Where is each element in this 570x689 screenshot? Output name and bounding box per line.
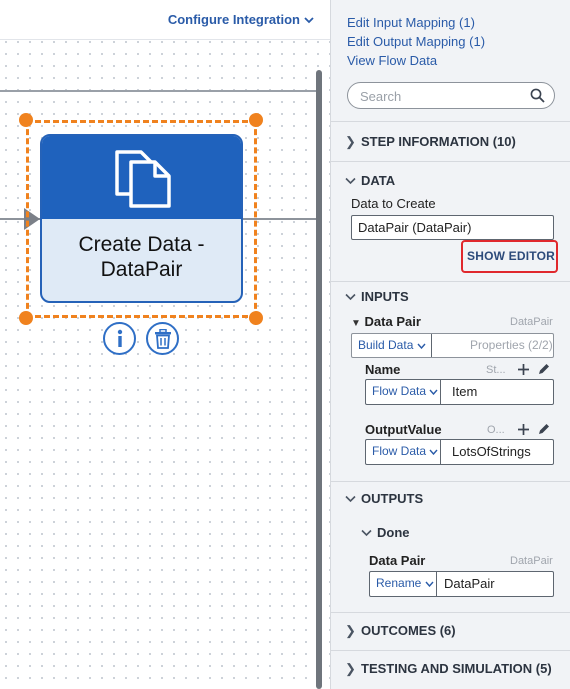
resize-handle-bottom-right[interactable]	[249, 311, 263, 325]
edit-pencil-icon[interactable]	[537, 362, 551, 376]
chevron-right-icon: ❯	[345, 623, 356, 638]
divider	[331, 161, 570, 162]
outputvalue-source-dropdown[interactable]: Flow Data	[366, 440, 441, 464]
edit-output-mapping-link[interactable]: Edit Output Mapping (1)	[347, 34, 485, 49]
name-property-label: Name	[365, 362, 401, 377]
name-property-type: St...	[486, 364, 506, 376]
delete-button[interactable]	[146, 322, 179, 355]
rename-label: Rename	[376, 576, 422, 590]
input-data-pair-type: DataPair	[510, 316, 553, 328]
data-to-create-field[interactable]: DataPair (DataPair)	[351, 215, 554, 240]
resize-handle-bottom-left[interactable]	[19, 311, 33, 325]
section-outputs[interactable]: OUTPUTS	[345, 491, 423, 506]
divider	[331, 612, 570, 613]
build-data-dropdown[interactable]: Build Data	[352, 334, 432, 357]
outputvalue-mapping-field[interactable]: Flow Data LotsOfStrings	[365, 439, 554, 465]
divider	[331, 650, 570, 651]
chevron-down-icon	[345, 491, 361, 506]
info-icon	[117, 329, 122, 347]
chevron-down-icon	[429, 389, 438, 396]
properties-panel: Edit Input Mapping (1) Edit Output Mappi…	[330, 0, 570, 689]
input-data-pair-label: Data Pair	[364, 314, 421, 329]
section-data[interactable]: DATA	[345, 173, 395, 188]
data-to-create-label: Data to Create	[351, 196, 436, 211]
chevron-down-icon	[345, 173, 361, 188]
search-input[interactable]	[358, 87, 518, 105]
divider	[331, 481, 570, 482]
name-mapping-field[interactable]: Flow Data Item	[365, 379, 554, 405]
data-to-create-value: DataPair (DataPair)	[358, 220, 472, 235]
canvas-divider-line	[0, 90, 316, 92]
section-outputs-label: OUTPUTS	[361, 491, 424, 506]
section-inputs-label: INPUTS	[361, 289, 409, 304]
trash-icon	[154, 328, 171, 349]
flow-canvas[interactable]: Configure Integration Create Data - Data…	[0, 0, 330, 689]
info-button[interactable]	[103, 322, 136, 355]
chevron-down-icon	[429, 449, 438, 456]
section-data-label: DATA	[361, 173, 396, 188]
outputvalue-property-label: OutputValue	[365, 422, 442, 437]
input-data-pair-toggle[interactable]: ▼ Data Pair	[351, 314, 421, 329]
outputvalue-value: LotsOfStrings	[452, 444, 531, 459]
outcome-done-label: Done	[377, 525, 410, 540]
chevron-down-icon	[304, 12, 314, 27]
data-pair-builder: Build Data Properties (2/2)	[351, 333, 554, 358]
outputvalue-property-type: O...	[487, 424, 505, 436]
chevron-right-icon: ❯	[345, 661, 356, 676]
outcome-done-toggle[interactable]: Done	[361, 525, 410, 540]
properties-count: Properties (2/2)	[470, 338, 553, 352]
section-outcomes[interactable]: ❯ OUTCOMES (6)	[345, 623, 456, 639]
output-data-pair-label: Data Pair	[369, 553, 426, 568]
resize-handle-top-right[interactable]	[249, 113, 263, 127]
chevron-down-icon	[417, 343, 426, 350]
caret-down-icon: ▼	[351, 318, 361, 329]
add-icon[interactable]	[517, 363, 530, 376]
section-step-information-label: STEP INFORMATION (10)	[361, 134, 516, 149]
chevron-right-icon: ❯	[345, 134, 356, 149]
output-data-pair-field[interactable]: Rename DataPair	[369, 571, 554, 597]
outputvalue-source-label: Flow Data	[372, 444, 427, 458]
copy-documents-icon	[115, 150, 171, 208]
view-flow-data-link[interactable]: View Flow Data	[347, 53, 437, 68]
name-source-dropdown[interactable]: Flow Data	[366, 380, 441, 404]
add-icon[interactable]	[517, 423, 530, 436]
section-inputs[interactable]: INPUTS	[345, 289, 409, 304]
canvas-toolbar: Configure Integration	[0, 0, 330, 40]
section-outcomes-label: OUTCOMES (6)	[361, 623, 456, 638]
chevron-down-icon	[345, 289, 361, 304]
divider	[331, 121, 570, 122]
resize-handle-top-left[interactable]	[19, 113, 33, 127]
section-step-information[interactable]: ❯ STEP INFORMATION (10)	[345, 134, 516, 150]
configure-integration-menu[interactable]: Configure Integration	[168, 12, 314, 27]
chevron-down-icon	[361, 525, 377, 540]
canvas-scrollbar[interactable]	[316, 70, 322, 689]
output-data-pair-value: DataPair	[444, 576, 495, 591]
step-node-title: Create Data - DataPair	[78, 233, 205, 281]
divider	[331, 281, 570, 282]
section-testing-simulation-label: TESTING AND SIMULATION (5)	[361, 661, 552, 676]
name-source-label: Flow Data	[372, 384, 427, 398]
step-node-header	[42, 136, 241, 219]
chevron-down-icon	[425, 581, 434, 588]
search-box[interactable]	[347, 82, 555, 109]
section-testing-simulation[interactable]: ❯ TESTING AND SIMULATION (5)	[345, 661, 552, 677]
build-data-label: Build Data	[358, 338, 414, 352]
search-icon[interactable]	[530, 88, 545, 103]
name-value: Item	[452, 384, 478, 399]
edit-pencil-icon[interactable]	[537, 422, 551, 436]
output-data-pair-type: DataPair	[510, 555, 553, 567]
rename-dropdown[interactable]: Rename	[370, 572, 437, 596]
edit-input-mapping-link[interactable]: Edit Input Mapping (1)	[347, 15, 475, 30]
configure-integration-label: Configure Integration	[167, 12, 300, 27]
show-editor-button[interactable]: SHOW EDITOR	[467, 249, 555, 263]
